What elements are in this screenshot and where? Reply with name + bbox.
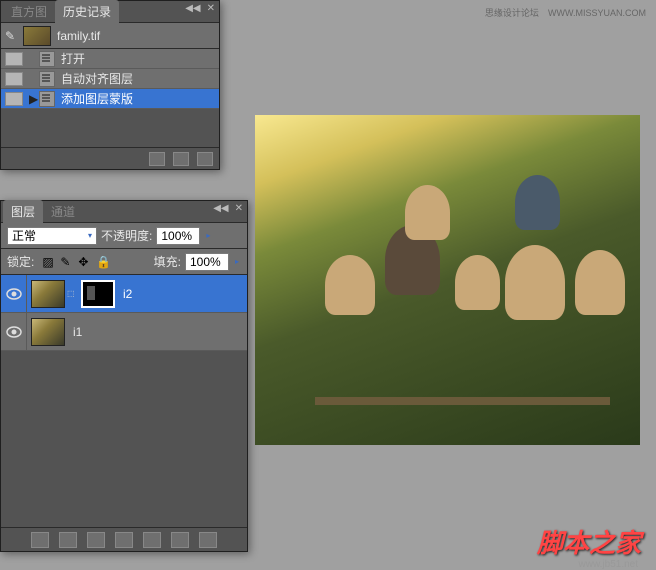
history-snapshot-row[interactable]: ✎ family.tif [1, 23, 219, 49]
lock-paint-icon[interactable]: ✎ [60, 255, 74, 269]
opacity-label: 不透明度: [101, 227, 152, 244]
history-item-open[interactable]: 打开 [1, 49, 219, 69]
group-icon[interactable] [143, 532, 161, 548]
history-checkbox[interactable] [5, 72, 23, 86]
history-item-addmask[interactable]: ▶ 添加图层蒙版 [1, 89, 219, 109]
document-icon [39, 91, 55, 107]
snapshot-thumb [23, 26, 51, 46]
adjustment-icon[interactable] [115, 532, 133, 548]
visibility-toggle[interactable] [1, 275, 27, 313]
link-layers-icon[interactable] [31, 532, 49, 548]
watermark-url: www.jb51.net [579, 559, 638, 570]
fill-label: 填充: [154, 253, 181, 270]
history-list: 打开 自动对齐图层 ▶ 添加图层蒙版 [1, 49, 219, 109]
history-checkbox[interactable] [5, 52, 23, 66]
lock-transparency-icon[interactable]: ▨ [42, 255, 56, 269]
visibility-toggle[interactable] [1, 313, 27, 351]
lock-move-icon[interactable]: ✥ [78, 255, 92, 269]
watermark-forum: 思缘设计论坛 WWW.MISSYUAN.COM [479, 6, 646, 19]
close-icon[interactable]: ✕ [235, 203, 243, 214]
opacity-flyout[interactable]: ▸ [204, 231, 212, 240]
opacity-input[interactable]: 100% [156, 227, 200, 245]
snapshot-icon[interactable] [173, 152, 189, 166]
layers-panel: 图层 通道 ◀◀ ✕ 正常▾ 不透明度: 100% ▸ 锁定: ▨ ✎ ✥ 🔒 … [0, 200, 248, 552]
tab-layers[interactable]: 图层 [3, 200, 43, 223]
layer-mask-thumbnail[interactable] [81, 280, 115, 308]
collapse-icon[interactable]: ◀◀ [185, 3, 200, 14]
mask-icon[interactable] [87, 532, 105, 548]
layers-tabbar: 图层 通道 ◀◀ ✕ [1, 201, 247, 223]
fill-flyout[interactable]: ▸ [233, 257, 241, 266]
watermark-brand: 脚本之家 [537, 523, 641, 560]
link-icon: ⬚ [67, 289, 77, 298]
history-item-align[interactable]: 自动对齐图层 [1, 69, 219, 89]
close-icon[interactable]: ✕ [207, 3, 215, 14]
history-footer [1, 147, 219, 169]
history-tabbar: 直方图 历史记录 ◀◀ ✕ [1, 1, 219, 23]
tab-histogram[interactable]: 直方图 [3, 0, 55, 23]
document-icon [39, 51, 55, 67]
tab-history[interactable]: 历史记录 [55, 0, 119, 23]
lock-label: 锁定: [7, 253, 34, 270]
trash-icon[interactable] [199, 532, 217, 548]
tab-channels[interactable]: 通道 [43, 200, 83, 223]
layers-footer [1, 527, 247, 551]
layer-thumbnail[interactable] [31, 318, 65, 346]
layer-row-i2[interactable]: ⬚ i2 [1, 275, 247, 313]
eye-icon [6, 326, 22, 338]
new-document-icon[interactable] [149, 152, 165, 166]
fx-icon[interactable] [59, 532, 77, 548]
layer-thumbnail[interactable] [31, 280, 65, 308]
collapse-icon[interactable]: ◀◀ [213, 203, 228, 214]
history-checkbox[interactable] [5, 92, 23, 106]
layers-list: ⬚ i2 i1 [1, 275, 247, 351]
document-icon [39, 71, 55, 87]
blend-opacity-row: 正常▾ 不透明度: 100% ▸ [1, 223, 247, 249]
eye-icon [6, 288, 22, 300]
canvas-image [255, 115, 640, 445]
fill-input[interactable]: 100% [185, 253, 229, 271]
layer-row-i1[interactable]: i1 [1, 313, 247, 351]
trash-icon[interactable] [197, 152, 213, 166]
blend-mode-select[interactable]: 正常▾ [7, 227, 97, 245]
layer-name[interactable]: i2 [123, 287, 132, 301]
new-layer-icon[interactable] [171, 532, 189, 548]
lock-all-icon[interactable]: 🔒 [96, 255, 110, 269]
snapshot-name: family.tif [57, 29, 100, 43]
layer-name[interactable]: i1 [73, 325, 82, 339]
history-panel: 直方图 历史记录 ◀◀ ✕ ✎ family.tif 打开 自动对齐图层 ▶ 添… [0, 0, 220, 170]
lock-fill-row: 锁定: ▨ ✎ ✥ 🔒 填充: 100% ▸ [1, 249, 247, 275]
